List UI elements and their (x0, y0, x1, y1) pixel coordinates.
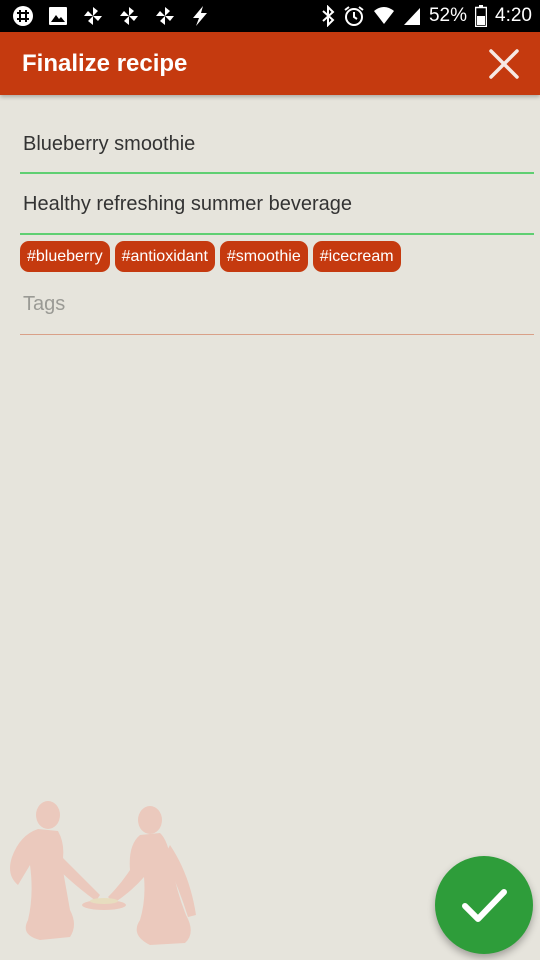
tags-input[interactable]: Tags (20, 284, 534, 335)
battery-icon (475, 5, 488, 27)
system-icons: 52% 4:20 (313, 5, 532, 27)
clock: 4:20 (495, 5, 532, 26)
image-icon (48, 6, 68, 26)
tag-chip[interactable]: #antioxidant (114, 241, 215, 272)
decorative-illustration (10, 801, 196, 945)
recipe-description-field[interactable]: Healthy refreshing summer beverage (20, 184, 534, 235)
status-bar: 52% 4:20 (0, 0, 540, 32)
page-title: Finalize recipe (22, 49, 188, 77)
slack-icon (12, 5, 34, 27)
battery-percent: 52% (428, 5, 468, 26)
tag-chips: #blueberry #antioxidant #smoothie #icecr… (20, 241, 406, 272)
confirm-button[interactable] (435, 856, 533, 954)
app-bar: Finalize recipe (0, 32, 540, 95)
tag-chip[interactable]: #smoothie (219, 241, 308, 272)
recipe-title-field[interactable]: Blueberry smoothie (20, 124, 534, 174)
bluetooth-icon (321, 5, 335, 27)
bolt-icon (190, 5, 210, 27)
pinwheel-icon (118, 5, 140, 27)
wifi-icon (373, 6, 395, 26)
close-icon (489, 48, 519, 79)
tag-chip[interactable]: #icecream (312, 241, 401, 272)
close-button[interactable] (484, 44, 524, 84)
notification-icons (12, 5, 224, 27)
tag-chip[interactable]: #blueberry (20, 241, 110, 272)
signal-icon (403, 6, 421, 26)
check-icon (462, 889, 507, 922)
pinwheel-icon (154, 5, 176, 27)
pinwheel-icon (82, 5, 104, 27)
alarm-icon (343, 5, 365, 27)
